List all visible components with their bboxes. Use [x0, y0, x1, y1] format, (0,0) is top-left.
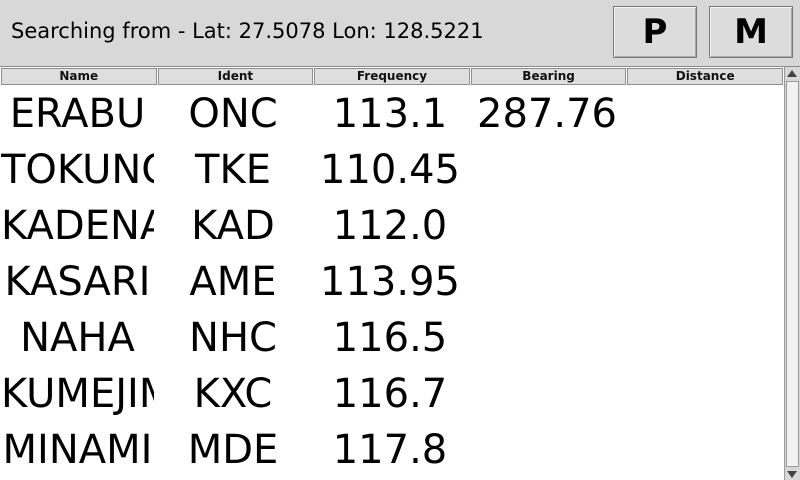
- table-row[interactable]: KADENA KAD 112.0: [1, 198, 784, 254]
- table-row[interactable]: MINAMI MDE 117.8: [1, 422, 784, 478]
- vor-search-window: Searching from - Lat: 27.5078 Lon: 128.5…: [0, 0, 800, 480]
- cell-name: NAHA: [20, 315, 135, 361]
- cell-distance: [626, 422, 784, 478]
- column-header-distance[interactable]: Distance: [627, 68, 783, 85]
- cell-frequency: 117.8: [332, 427, 448, 473]
- table-body: ERABU ONC 113.1 287.76 TOKUNOSHIMA TKE 1…: [1, 86, 784, 478]
- p-button[interactable]: P: [613, 6, 697, 58]
- cell-ident: ONC: [188, 91, 278, 137]
- cell-frequency: 113.1: [332, 91, 448, 137]
- column-header-frequency[interactable]: Frequency: [314, 68, 470, 85]
- cell-bearing: [468, 366, 626, 422]
- vertical-scrollbar[interactable]: [784, 67, 800, 480]
- cell-ident: KAD: [191, 203, 275, 249]
- cell-distance: [626, 198, 784, 254]
- scroll-down-arrow-icon[interactable]: [787, 471, 797, 478]
- cell-distance: [626, 366, 784, 422]
- cell-frequency: 112.0: [332, 203, 448, 249]
- m-button[interactable]: M: [709, 6, 793, 58]
- top-bar: Searching from - Lat: 27.5078 Lon: 128.5…: [0, 0, 800, 66]
- cell-ident: AME: [189, 259, 277, 305]
- cell-name: KASARI: [4, 259, 151, 305]
- cell-name: KUMEJIMA: [1, 371, 154, 417]
- cell-distance: [626, 86, 784, 142]
- cell-ident: NHC: [189, 315, 277, 361]
- search-location-status: Searching from - Lat: 27.5078 Lon: 128.5…: [11, 19, 484, 43]
- cell-distance: [626, 142, 784, 198]
- column-header-name[interactable]: Name: [1, 68, 157, 85]
- cell-bearing: [468, 422, 626, 478]
- cell-name: KADENA: [1, 203, 154, 249]
- scrollbar-thumb[interactable]: [786, 81, 799, 467]
- cell-name: ERABU: [9, 91, 146, 137]
- cell-bearing: 287.76: [477, 91, 617, 137]
- cell-bearing: [468, 198, 626, 254]
- table-row[interactable]: ERABU ONC 113.1 287.76: [1, 86, 784, 142]
- table-row[interactable]: TOKUNOSHIMA TKE 110.45: [1, 142, 784, 198]
- cell-distance: [626, 254, 784, 310]
- cell-bearing: [468, 142, 626, 198]
- cell-bearing: [468, 254, 626, 310]
- cell-name: TOKUNOSHIMA: [1, 147, 154, 193]
- column-header-ident[interactable]: Ident: [157, 68, 314, 85]
- results-table-container: Name Ident Frequency Bearing Distance ER…: [0, 66, 800, 480]
- cell-frequency: 116.7: [332, 371, 448, 417]
- cell-ident: MDE: [187, 427, 279, 473]
- cell-frequency: 113.95: [320, 259, 460, 305]
- cell-ident: KXC: [193, 371, 273, 417]
- table-header: Name Ident Frequency Bearing Distance: [1, 68, 784, 86]
- cell-frequency: 110.45: [320, 147, 460, 193]
- cell-name: MINAMI: [2, 427, 153, 473]
- table-row[interactable]: KUMEJIMA KXC 116.7: [1, 366, 784, 422]
- column-header-bearing[interactable]: Bearing: [470, 68, 627, 85]
- scroll-up-arrow-icon[interactable]: [787, 70, 797, 77]
- cell-bearing: [468, 310, 626, 366]
- table-row[interactable]: KASARI AME 113.95: [1, 254, 784, 310]
- cell-ident: TKE: [195, 147, 271, 193]
- cell-distance: [626, 310, 784, 366]
- cell-frequency: 116.5: [332, 315, 448, 361]
- table-row[interactable]: NAHA NHC 116.5: [1, 310, 784, 366]
- results-table: Name Ident Frequency Bearing Distance ER…: [1, 68, 784, 480]
